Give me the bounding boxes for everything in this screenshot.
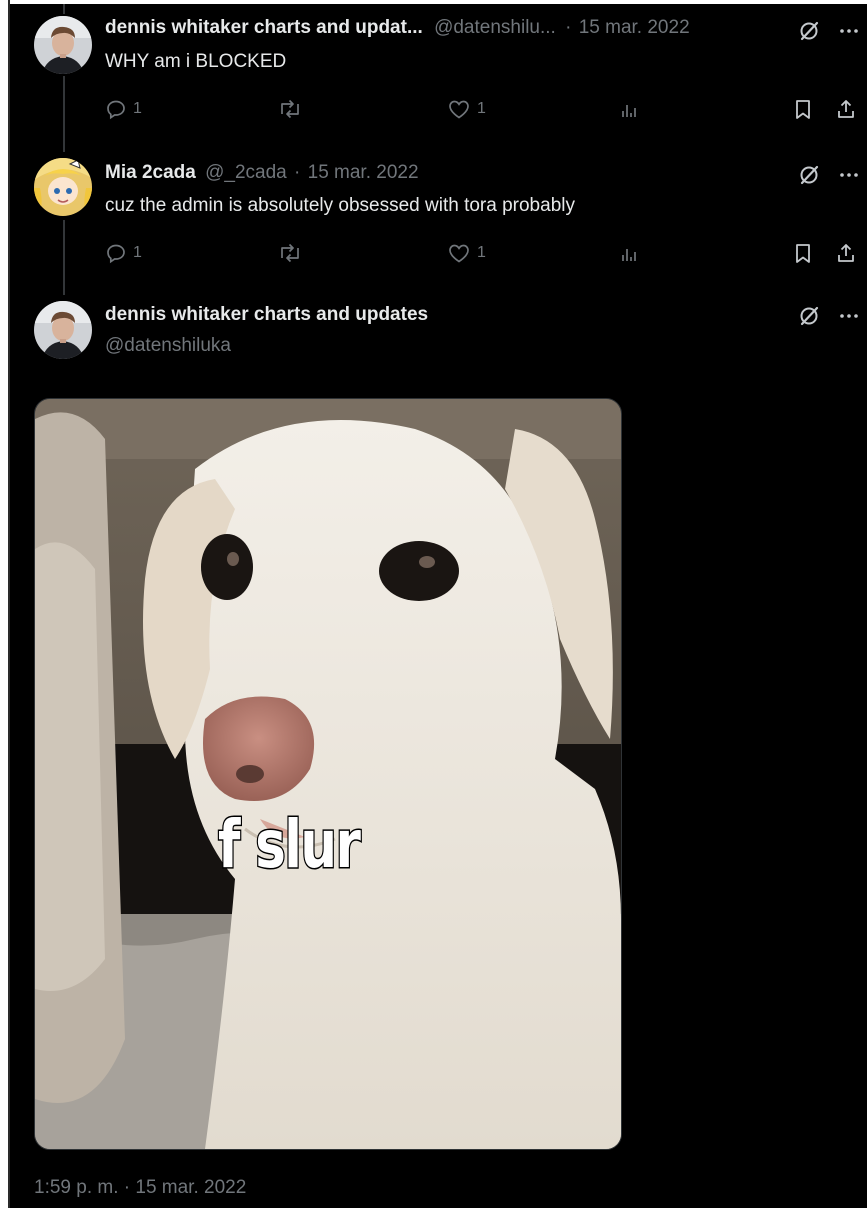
retweet-icon xyxy=(281,243,299,263)
more-icon[interactable] xyxy=(838,305,860,327)
views-button[interactable] xyxy=(618,96,640,122)
reply-count: 1 xyxy=(133,100,142,117)
like-count: 1 xyxy=(477,244,486,261)
tweet-text: WHY am i BLOCKED xyxy=(105,51,287,72)
thread-connector xyxy=(63,4,65,14)
separator: · xyxy=(565,17,572,38)
share-icon xyxy=(838,244,854,262)
share-icon xyxy=(838,100,854,118)
reply-icon xyxy=(107,100,125,120)
dog-photo xyxy=(35,399,621,1149)
share-button[interactable] xyxy=(835,240,857,266)
like-icon xyxy=(449,100,469,119)
like-icon xyxy=(449,244,469,263)
tweet-header: dennis whitaker charts and updat... @dat… xyxy=(105,17,690,39)
reply-button[interactable]: 1 xyxy=(105,240,142,266)
bookmark-icon xyxy=(796,244,810,263)
more-icon[interactable] xyxy=(838,164,860,186)
screenshot-border-top xyxy=(0,0,867,4)
handle[interactable]: @datenshiluka xyxy=(105,335,231,357)
like-count: 1 xyxy=(477,100,486,117)
tweet-text: cuz the admin is absolutely obsessed wit… xyxy=(105,195,575,216)
tweet-media-image[interactable] xyxy=(34,398,622,1150)
tweet-timestamp[interactable]: 1:59 p. m. · 15 mar. 2022 xyxy=(34,1177,246,1199)
meme-caption: f slur xyxy=(217,805,362,885)
screenshot-border-inner xyxy=(8,0,10,1208)
like-button[interactable]: 1 xyxy=(447,240,486,266)
screenshot-border-left xyxy=(0,0,8,1208)
reply-button[interactable]: 1 xyxy=(105,96,142,122)
bookmark-button[interactable] xyxy=(793,96,813,122)
reply-count: 1 xyxy=(133,244,142,261)
action-bar: 1 1 xyxy=(105,240,867,266)
like-button[interactable]: 1 xyxy=(447,96,486,122)
thread-connector xyxy=(63,220,65,295)
reply-icon xyxy=(107,244,125,264)
grok-icon[interactable] xyxy=(798,164,820,186)
grok-icon[interactable] xyxy=(798,305,820,327)
views-icon xyxy=(622,105,636,117)
avatar[interactable] xyxy=(34,301,92,359)
bookmark-button[interactable] xyxy=(793,240,813,266)
retweet-icon xyxy=(281,99,299,119)
handle[interactable]: @_2cada xyxy=(205,162,287,183)
bookmark-icon xyxy=(796,100,810,119)
display-name[interactable]: dennis whitaker charts and updates xyxy=(105,304,428,325)
views-icon xyxy=(622,249,636,261)
retweet-button[interactable] xyxy=(277,240,303,266)
tweet-header: Mia 2cada @_2cada · 15 mar. 2022 xyxy=(105,162,419,184)
more-icon[interactable] xyxy=(838,20,860,42)
tweet-date[interactable]: 15 mar. 2022 xyxy=(308,162,419,183)
separator: · xyxy=(294,162,301,183)
tweet-date[interactable]: 15 mar. 2022 xyxy=(579,17,690,38)
display-name[interactable]: dennis whitaker charts and updat... xyxy=(105,17,423,38)
handle[interactable]: @datenshilu... xyxy=(434,17,556,38)
retweet-button[interactable] xyxy=(277,96,303,122)
avatar[interactable] xyxy=(34,158,92,216)
display-name[interactable]: Mia 2cada xyxy=(105,162,196,183)
author-name-row: dennis whitaker charts and updates xyxy=(105,304,428,326)
avatar[interactable] xyxy=(34,16,92,74)
action-bar: 1 1 xyxy=(105,96,867,122)
grok-icon[interactable] xyxy=(798,20,820,42)
share-button[interactable] xyxy=(835,96,857,122)
thread-connector xyxy=(63,76,65,152)
views-button[interactable] xyxy=(618,240,640,266)
